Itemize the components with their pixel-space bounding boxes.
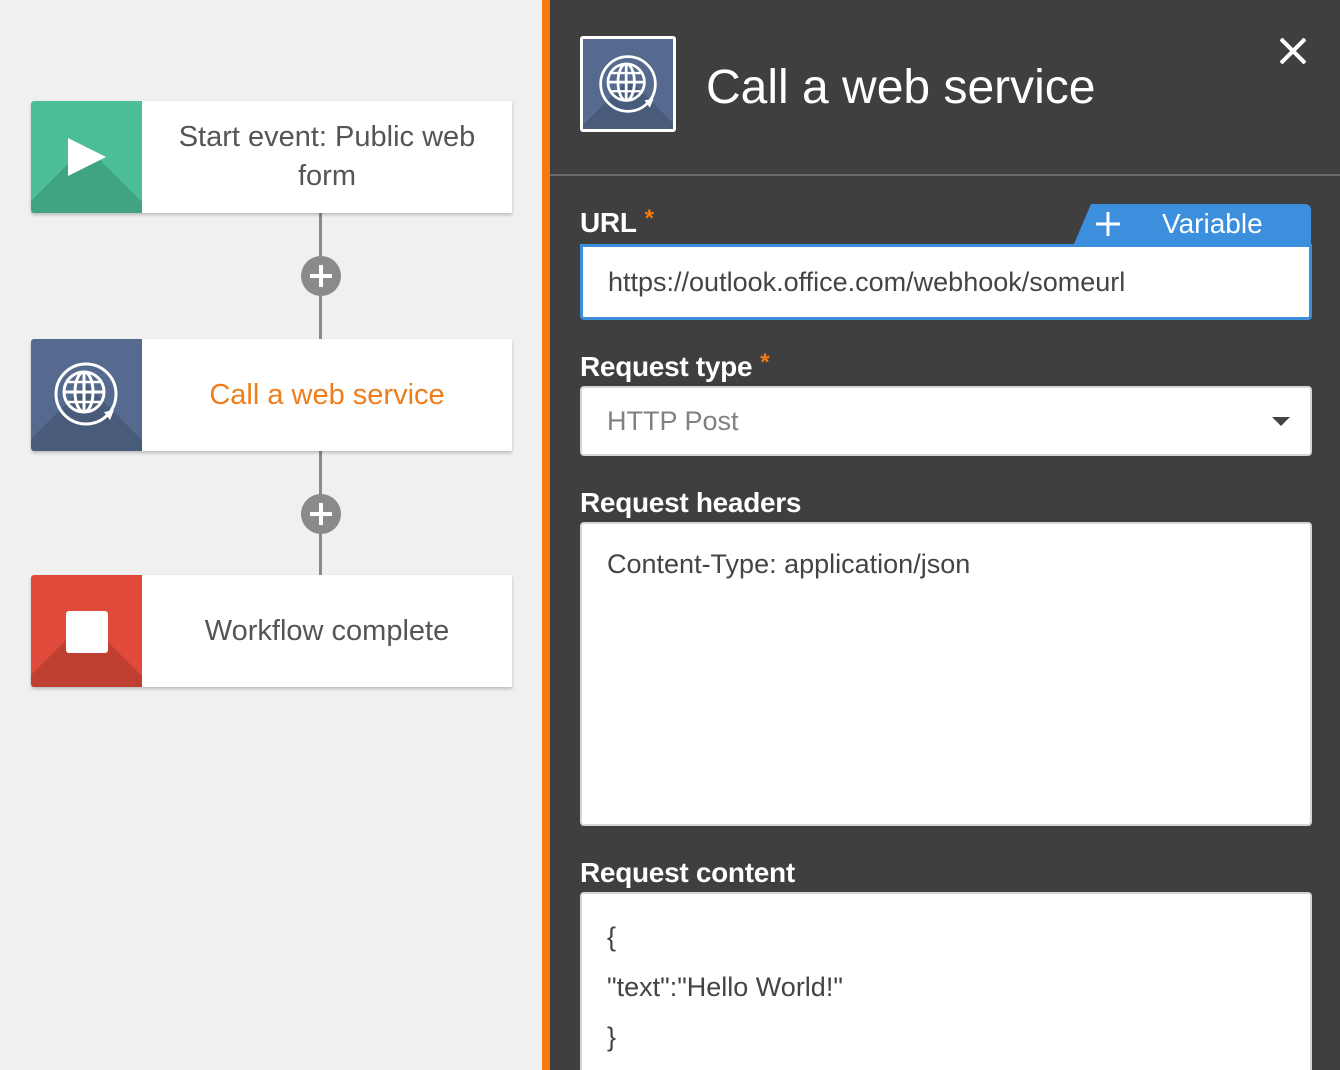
content-line: "text":"Hello World!": [607, 972, 843, 1002]
workflow-complete-icon-tile: [31, 575, 142, 687]
node-label: Call a web service: [209, 378, 445, 411]
web-service-icon-tile: [31, 339, 142, 451]
globe-icon: [54, 362, 118, 426]
request-type-label: Request type *: [580, 349, 770, 384]
request-headers-textarea[interactable]: Content-Type: application/json: [580, 522, 1312, 826]
insert-variable-button[interactable]: Variable: [1074, 204, 1311, 244]
panel-title: Call a web service: [706, 61, 1096, 114]
request-type-select[interactable]: HTTP Post: [580, 386, 1312, 456]
content-line: }: [607, 1022, 617, 1052]
url-input[interactable]: https://outlook.office.com/webhook/someu…: [580, 244, 1312, 320]
panel-accent-border: [542, 0, 550, 1070]
globe-icon: [599, 55, 657, 113]
stop-icon: [66, 611, 108, 653]
header-divider: [550, 174, 1340, 176]
play-icon: [68, 138, 106, 176]
call-web-service-node[interactable]: Call a web service: [31, 339, 512, 451]
workflow-complete-node[interactable]: Workflow complete: [31, 575, 512, 687]
add-step-button[interactable]: [301, 256, 341, 296]
request-content-textarea[interactable]: { "text":"Hello World!" }: [580, 892, 1312, 1070]
node-label: Start event: Public web form: [178, 121, 476, 192]
url-label-text: URL: [580, 207, 637, 238]
start-event-icon-tile: [31, 101, 142, 213]
panel-header-icon-tile: [580, 36, 676, 132]
request-type-label-text: Request type: [580, 351, 753, 382]
variable-button-label: Variable: [1162, 208, 1263, 239]
request-content-label: Request content: [580, 857, 795, 888]
plus-icon: [1096, 212, 1120, 236]
content-line: {: [607, 922, 617, 952]
request-type-value: HTTP Post: [607, 406, 739, 436]
url-label: URL *: [580, 205, 654, 240]
required-marker: *: [760, 349, 770, 376]
close-icon[interactable]: [1278, 36, 1308, 66]
properties-panel: Call a web service URL * Variable https:/…: [550, 0, 1340, 1070]
request-headers-label: Request headers: [580, 487, 802, 518]
chevron-down-icon: [1272, 417, 1290, 426]
node-label: Workflow complete: [204, 614, 450, 647]
add-step-button[interactable]: [301, 494, 341, 534]
start-event-node[interactable]: Start event: Public web form: [31, 101, 512, 213]
required-marker: *: [644, 205, 654, 232]
workflow-canvas: Start event: Public web form Call a web …: [0, 0, 542, 1070]
